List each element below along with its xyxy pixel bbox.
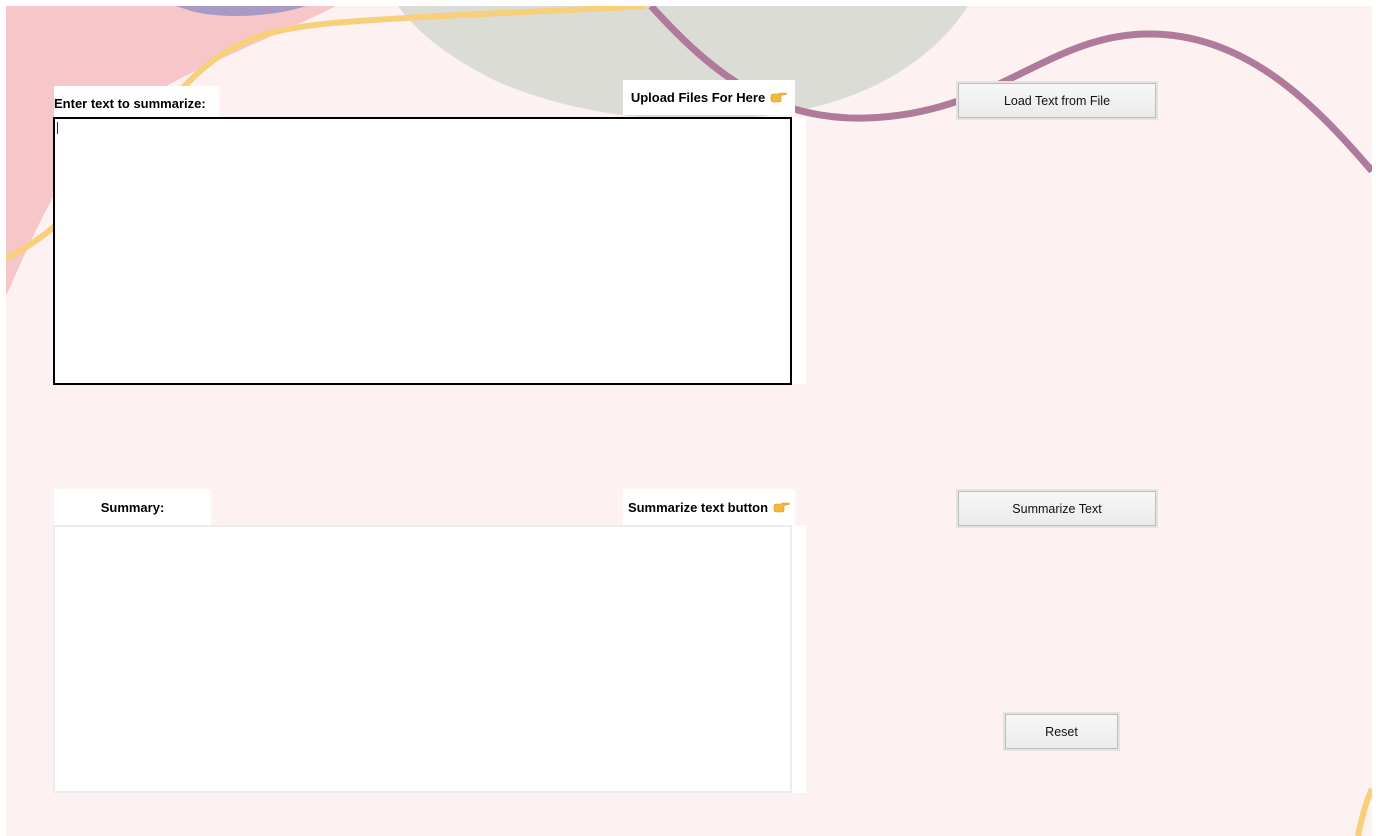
pointing-hand-icon (773, 502, 790, 513)
summary-text-area[interactable] (53, 525, 792, 793)
upload-hint-text: Upload Files For Here (630, 90, 766, 105)
input-label-text: Enter text to summarize: (54, 96, 206, 111)
yellow-corner-wave (1355, 787, 1372, 836)
summarize-hint: Summarize text button (623, 489, 795, 525)
summarize-hint-text: Summarize text button (627, 499, 769, 515)
upload-hint: Upload Files For Here (623, 80, 795, 115)
summarize-text-button[interactable]: Summarize Text (958, 491, 1156, 526)
summary-side-strip (792, 525, 806, 793)
summary-label-text: Summary: (100, 499, 165, 515)
reset-button[interactable]: Reset (1005, 714, 1118, 749)
pointing-hand-icon (770, 92, 787, 103)
input-side-strip (792, 117, 806, 384)
input-label: Enter text to summarize: (54, 86, 219, 121)
text-caret (57, 122, 58, 134)
app-window: Enter text to summarize: Upload Files Fo… (6, 6, 1372, 836)
summary-label: Summary: (54, 489, 211, 525)
input-text-area[interactable] (53, 117, 792, 385)
load-text-button[interactable]: Load Text from File (958, 83, 1156, 118)
